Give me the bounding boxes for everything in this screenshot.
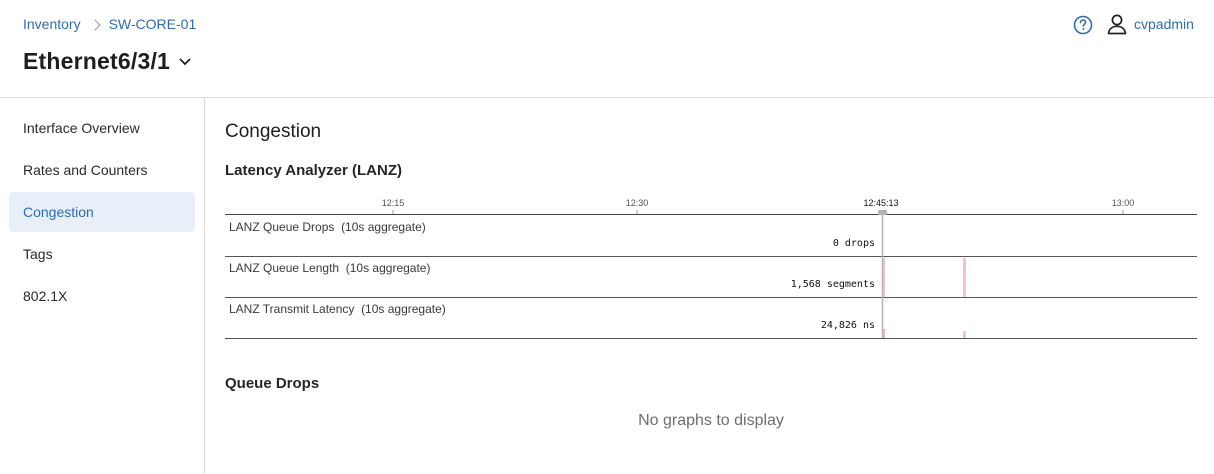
user-menu-link[interactable]: cvpadmin (1134, 16, 1194, 32)
chevron-down-icon (179, 57, 191, 65)
user-icon[interactable] (1106, 13, 1128, 35)
lanz-timeline-chart[interactable]: 12:15 12:30 12:45:13 13:00 LANZ Queue Dr… (225, 192, 1197, 340)
latency-spike (963, 331, 966, 338)
empty-state-message: No graphs to display (638, 412, 784, 429)
page-header: Inventory SW-CORE-01 Ethernet6/3/1 cvpad… (0, 0, 1214, 98)
row-label-queue-length: LANZ Queue Length (10s aggregate) (229, 261, 431, 275)
sidebar-item-8021x[interactable]: 802.1X (9, 276, 195, 316)
section-title: Congestion (225, 121, 322, 142)
sidebar-item-congestion[interactable]: Congestion (9, 192, 195, 232)
page-title: Ethernet6/3/1 (23, 48, 171, 74)
row-value-queue-drops: 0 drops (832, 238, 875, 249)
queue-length-spike (963, 258, 966, 297)
breadcrumb-separator-icon (88, 18, 101, 31)
queue-drops-title: Queue Drops (225, 375, 320, 392)
lanz-title: Latency Analyzer (LANZ) (225, 162, 402, 179)
row-label-transmit-latency: LANZ Transmit Latency (10s aggregate) (229, 302, 446, 316)
breadcrumb-inventory-link[interactable]: Inventory (23, 16, 81, 32)
sidebar-item-interface-overview[interactable]: Interface Overview (9, 108, 195, 148)
sidebar-nav: Interface Overview Rates and Counters Co… (0, 98, 205, 474)
time-tick-label: 13:00 (1112, 198, 1135, 208)
breadcrumb-device-link[interactable]: SW-CORE-01 (109, 16, 197, 32)
row-label-queue-drops: LANZ Queue Drops (10s aggregate) (229, 220, 426, 234)
sidebar-item-rates-and-counters[interactable]: Rates and Counters (9, 150, 195, 190)
row-value-queue-length: 1,568 segments (790, 279, 875, 290)
interface-selector[interactable]: Ethernet6/3/1 (23, 48, 192, 75)
breadcrumb: Inventory SW-CORE-01 (23, 16, 196, 32)
cursor-time-label: 12:45:13 (863, 198, 898, 208)
time-tick-label: 12:30 (626, 198, 649, 208)
time-cursor-handle[interactable] (878, 210, 887, 215)
time-tick-label: 12:15 (382, 198, 405, 208)
row-value-transmit-latency: 24,826 ns (820, 320, 875, 331)
sidebar-item-tags[interactable]: Tags (9, 234, 195, 274)
help-circle-icon[interactable] (1073, 15, 1093, 35)
